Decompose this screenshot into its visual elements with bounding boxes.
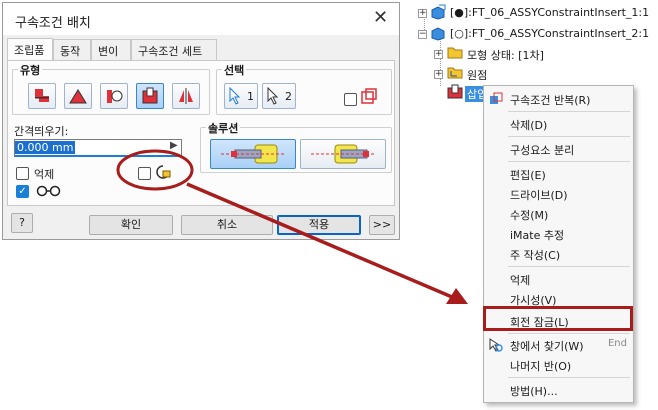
menu-item-label: 편집(E): [510, 169, 546, 182]
collapse-icon[interactable]: −: [418, 30, 427, 39]
menu-item-create-note[interactable]: 주 작성(C): [484, 244, 633, 264]
menu-item-other-half[interactable]: 나머지 반(O): [484, 355, 633, 375]
menu-item-label: iMate 추정: [510, 229, 565, 242]
folder-icon: [447, 47, 463, 59]
origin-folder-icon: [447, 67, 463, 79]
menu-item-label: 주 작성(C): [510, 249, 561, 262]
menu-item-edit[interactable]: 편집(E): [484, 164, 633, 184]
menu-item-label: 억제: [510, 274, 531, 287]
menu-item-label: 구성요소 분리: [510, 144, 575, 157]
menu-item-delete[interactable]: 삭제(D): [484, 114, 633, 134]
menu-item-separate-components[interactable]: 구성요소 분리: [484, 139, 633, 159]
menu-separator: [508, 377, 630, 378]
menu-item-drive[interactable]: 드라이브(D): [484, 184, 633, 204]
insert-constraint-icon: [447, 84, 463, 99]
menu-item-repeat-constraint[interactable]: 구속조건 반복(R): [484, 89, 633, 109]
find-in-window-icon: [489, 338, 503, 352]
menu-item-label: 방법(H)...: [510, 385, 558, 398]
menu-item-label: 창에서 찾기(W): [510, 340, 584, 353]
part-occurrence-icon: [431, 4, 446, 20]
expand-icon[interactable]: +: [434, 70, 443, 79]
expand-icon[interactable]: +: [434, 50, 443, 59]
menu-separator: [508, 136, 630, 137]
menu-item-how-to[interactable]: 방법(H)...: [484, 380, 633, 400]
menu-item-label: 드라이브(D): [510, 189, 568, 202]
menu-item-suppress[interactable]: 억제: [484, 269, 633, 289]
menu-separator: [508, 333, 630, 334]
annotation-circle: [116, 149, 194, 191]
menu-item-label: 수정(M): [510, 209, 549, 222]
menu-item-label: 구속조건 반복(R): [510, 94, 591, 107]
context-menu: 구속조건 반복(R) 삭제(D) 구성요소 분리 편집(E) 드라이브(D) 수…: [483, 85, 634, 403]
tree-item-insert-1[interactable]: [●]:FT_06_ASSYConstraintInsert_1:1: [450, 6, 649, 19]
menu-item-label: 나머지 반(O): [510, 360, 572, 373]
menu-item-shortcut: End: [607, 338, 627, 349]
annotation-arrow-line: [186, 182, 453, 299]
menu-separator: [508, 266, 630, 267]
menu-separator: [508, 111, 630, 112]
part-occurrence-icon: [431, 27, 445, 41]
tree-item-origin[interactable]: 원점: [467, 67, 487, 83]
tree-item-insert-2[interactable]: [○]:FT_06_ASSYConstraintInsert_2:1: [450, 27, 649, 40]
tree-item-model-state[interactable]: 모형 상태: [1차]: [467, 47, 544, 63]
menu-separator: [508, 161, 630, 162]
repeat-constraint-icon: [490, 92, 503, 104]
menu-item-label: 삭제(D): [510, 119, 548, 132]
menu-item-find-in-window[interactable]: 창에서 찾기(W) End: [484, 335, 633, 355]
expand-icon[interactable]: +: [418, 9, 427, 18]
menu-item-modify[interactable]: 수정(M): [484, 204, 633, 224]
menu-item-infer-imates[interactable]: iMate 추정: [484, 224, 633, 244]
lock-rotation-highlight: [483, 306, 633, 331]
